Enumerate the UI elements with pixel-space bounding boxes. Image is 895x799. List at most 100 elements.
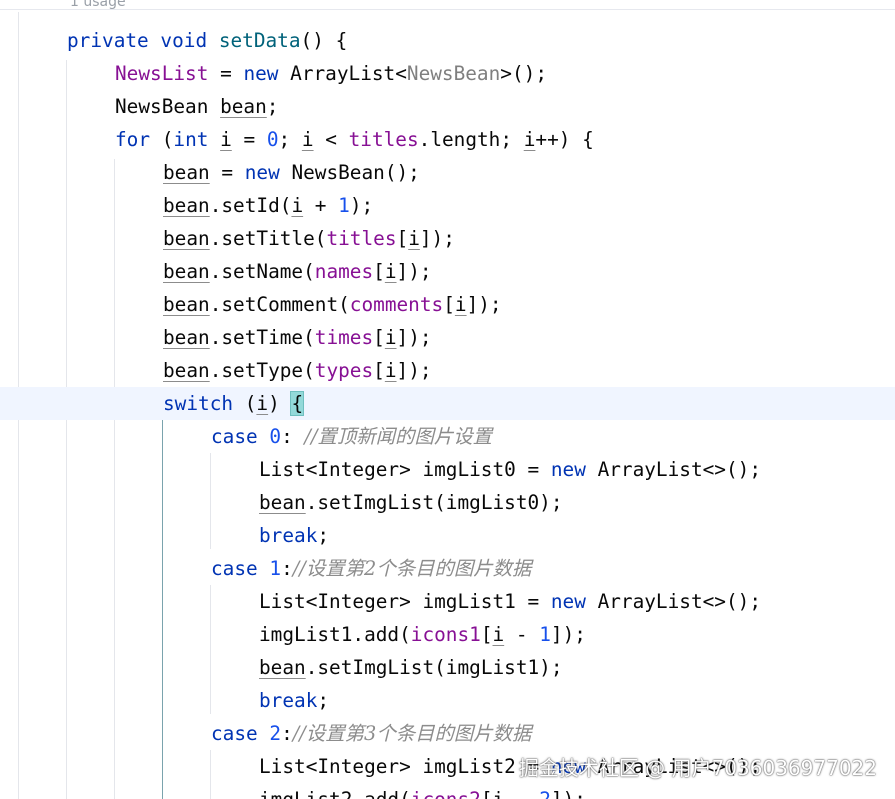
keyword: new xyxy=(243,62,279,85)
variable: i xyxy=(408,227,420,250)
code-line[interactable]: bean.setImgList(imgList1); xyxy=(0,651,895,684)
method-name: setData xyxy=(218,29,301,52)
number-literal: 2 xyxy=(257,722,282,745)
variable: bean xyxy=(163,227,210,250)
code-line[interactable]: imgList2.add(icons2[i - 2]); xyxy=(0,783,895,799)
code-text: < xyxy=(313,128,349,151)
code-line-current[interactable]: switch (i) { xyxy=(0,387,895,420)
watermark: 掘金技术社区 @ 用户7036036977022 xyxy=(518,756,877,780)
variable: i xyxy=(256,392,269,415)
code-line[interactable]: List<Integer> imgList1 = new ArrayList<>… xyxy=(0,585,895,618)
code-line[interactable]: private void setData() { xyxy=(0,24,895,57)
field-name: icons1 xyxy=(410,623,481,646)
code-text: imgList1.add( xyxy=(259,623,411,646)
keyword: void xyxy=(160,29,208,52)
keyword: case xyxy=(211,425,258,448)
code-text: ; xyxy=(317,689,330,712)
code-text: NewsBean xyxy=(115,95,221,118)
field-name: titles xyxy=(348,128,419,151)
code-text: : xyxy=(281,722,293,745)
code-line[interactable]: NewsList = new ArrayList<NewsBean>(); xyxy=(0,57,895,90)
code-text: ]); xyxy=(551,788,586,799)
code-line[interactable]: NewsBean bean; xyxy=(0,90,895,123)
code-line[interactable]: break; xyxy=(0,519,895,552)
code-text: List<Integer> imgList2 = xyxy=(259,755,551,778)
field-name: titles xyxy=(326,227,397,250)
code-line[interactable]: bean.setComment(comments[i]); xyxy=(0,288,895,321)
code-text: .setType( xyxy=(209,359,315,382)
variable: bean xyxy=(163,260,210,283)
code-line[interactable]: bean = new NewsBean(); xyxy=(0,156,895,189)
code-text: : xyxy=(281,425,305,448)
code-text: [ xyxy=(480,623,493,646)
code-line[interactable]: for (int i = 0; i < titles.length; i++) … xyxy=(0,123,895,156)
code-line[interactable]: case 0: //置顶新闻的图片设置 xyxy=(0,420,895,453)
keyword: int xyxy=(173,128,209,151)
code-text: .setTitle( xyxy=(209,227,327,250)
keyword: new xyxy=(550,458,586,481)
code-text: ]); xyxy=(550,623,586,646)
variable: bean xyxy=(163,326,210,349)
number-literal: 1 xyxy=(338,194,350,217)
code-line[interactable]: bean.setId(i + 1); xyxy=(0,189,895,222)
keyword: private xyxy=(67,29,149,52)
usage-hint[interactable]: 1 usage xyxy=(70,0,126,10)
code-text: = xyxy=(209,161,245,184)
code-text: ]); xyxy=(419,227,455,250)
code-line[interactable]: bean.setTime(times[i]); xyxy=(0,321,895,354)
previous-line-fragment xyxy=(0,0,895,10)
code-text: .setId( xyxy=(209,194,292,217)
field-name: icons2 xyxy=(411,788,481,799)
code-text: [ xyxy=(481,788,493,799)
code-text: = xyxy=(208,62,244,85)
variable: i xyxy=(291,194,304,217)
variable: bean xyxy=(163,161,210,184)
code-text: = xyxy=(231,128,267,151)
code-text: : xyxy=(281,557,293,580)
keyword: new xyxy=(550,590,586,613)
field-name: NewsList xyxy=(115,62,209,85)
variable: i xyxy=(493,788,505,799)
code-text: .length; xyxy=(418,128,524,151)
code-editor[interactable]: 1 usage private void setData() { NewsLis… xyxy=(0,0,895,799)
number-literal: 2 xyxy=(539,788,551,799)
code-line[interactable]: bean.setImgList(imgList0); xyxy=(0,486,895,519)
variable: bean xyxy=(259,491,306,514)
variable: bean xyxy=(259,656,306,679)
variable: i xyxy=(492,623,505,646)
code-text: ; xyxy=(317,524,330,547)
code-line[interactable]: break; xyxy=(0,684,895,717)
code-text: ]); xyxy=(396,326,432,349)
number-literal: 0 xyxy=(257,425,282,448)
code-text: [ xyxy=(396,227,409,250)
field-name: types xyxy=(314,359,374,382)
code-text: imgList2.add( xyxy=(259,788,411,799)
code-line[interactable]: case 1://设置第2个条目的图片数据 xyxy=(0,552,895,585)
variable: bean xyxy=(163,359,210,382)
code-line[interactable]: imgList1.add(icons1[i - 1]); xyxy=(0,618,895,651)
code-line[interactable]: List<Integer> imgList0 = new ArrayList<>… xyxy=(0,453,895,486)
code-text: ) xyxy=(268,392,292,415)
code-text: ; xyxy=(278,128,302,151)
number-literal: 1 xyxy=(539,623,551,646)
code-line[interactable]: bean.setTitle(titles[i]); xyxy=(0,222,895,255)
code-comment: //设置第3个条目的图片数据 xyxy=(292,722,532,745)
code-text: ( xyxy=(233,392,257,415)
code-text: [ xyxy=(373,359,385,382)
code-line[interactable]: bean.setName(names[i]); xyxy=(0,255,895,288)
generic-type: NewsBean xyxy=(406,62,501,85)
code-text: ); xyxy=(349,194,374,217)
code-text: ]); xyxy=(396,260,432,283)
code-line[interactable]: bean.setType(types[i]); xyxy=(0,354,895,387)
code-text: ++) { xyxy=(535,128,594,151)
code-text: [ xyxy=(373,260,385,283)
keyword: break xyxy=(259,524,318,547)
code-text: - xyxy=(504,788,539,799)
code-text: NewsBean(); xyxy=(279,161,420,184)
number-literal: 1 xyxy=(257,557,282,580)
code-text: .setTime( xyxy=(209,326,315,349)
code-line[interactable]: case 2://设置第3个条目的图片数据 xyxy=(0,717,895,750)
code-text: .setName( xyxy=(209,260,315,283)
code-text: ArrayList< xyxy=(278,62,407,85)
